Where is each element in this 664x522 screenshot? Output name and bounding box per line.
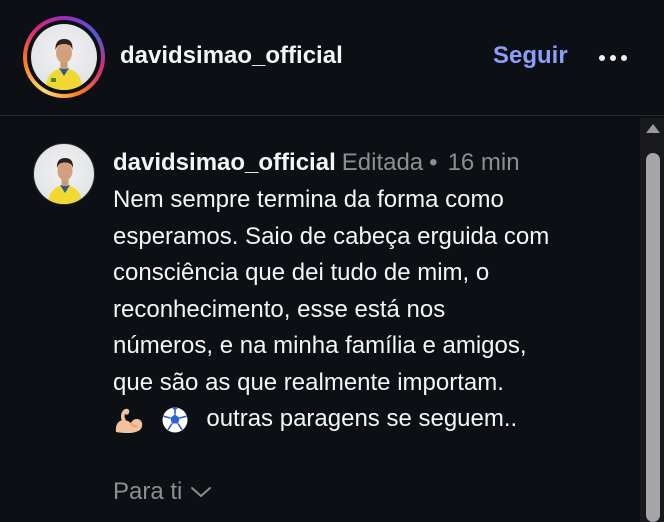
flexed-biceps-emoji — [115, 408, 143, 433]
comment-line-emojis: outras paragens se seguem.. — [113, 401, 628, 438]
comment-line: reconhecimento, esse está nos — [113, 295, 446, 323]
soccer-ball-emoji — [162, 407, 188, 433]
comment-line-text: outras paragens se seguem.. — [206, 405, 518, 432]
more-dot — [610, 55, 616, 61]
separator-dot: • — [429, 149, 438, 176]
follow-button[interactable]: Seguir — [493, 42, 568, 70]
comment-line: números, e na minha família e amigos, — [113, 332, 527, 359]
comment-line: Nem sempre termina da forma como — [113, 186, 504, 213]
chevron-down-icon — [191, 487, 212, 497]
player-photo-icon — [45, 39, 83, 90]
comment-text: Nem sempre termina da forma como esperam… — [113, 182, 628, 438]
translate-label: Para ti — [113, 478, 183, 505]
comment-line: esperamos. Saio de cabeça erguida com — [113, 222, 550, 250]
player-photo-icon — [47, 158, 83, 204]
comment-time: 16 min — [447, 149, 520, 176]
translate-toggle[interactable]: Para ti — [113, 478, 212, 506]
scroll-up-arrow-icon[interactable] — [646, 124, 660, 133]
comment-username[interactable]: davidsimao_official — [113, 149, 336, 176]
comment-avatar[interactable] — [33, 143, 95, 205]
post-header: davidsimao_official Seguir — [0, 0, 664, 116]
comment-header: davidsimao_official Editada • 16 min — [113, 149, 520, 177]
more-dot — [621, 55, 627, 61]
more-dot — [599, 55, 605, 61]
header-username[interactable]: davidsimao_official — [120, 42, 343, 70]
avatar — [31, 24, 97, 90]
edited-label: Editada — [341, 149, 424, 176]
scrollbar-thumb[interactable] — [646, 153, 660, 522]
comment-line: consciência que dei tudo de mim, o — [113, 259, 490, 286]
story-ring-avatar[interactable] — [23, 16, 105, 98]
more-options-icon[interactable] — [596, 44, 630, 72]
comment-line: que são as que realmente importam. — [113, 368, 504, 396]
